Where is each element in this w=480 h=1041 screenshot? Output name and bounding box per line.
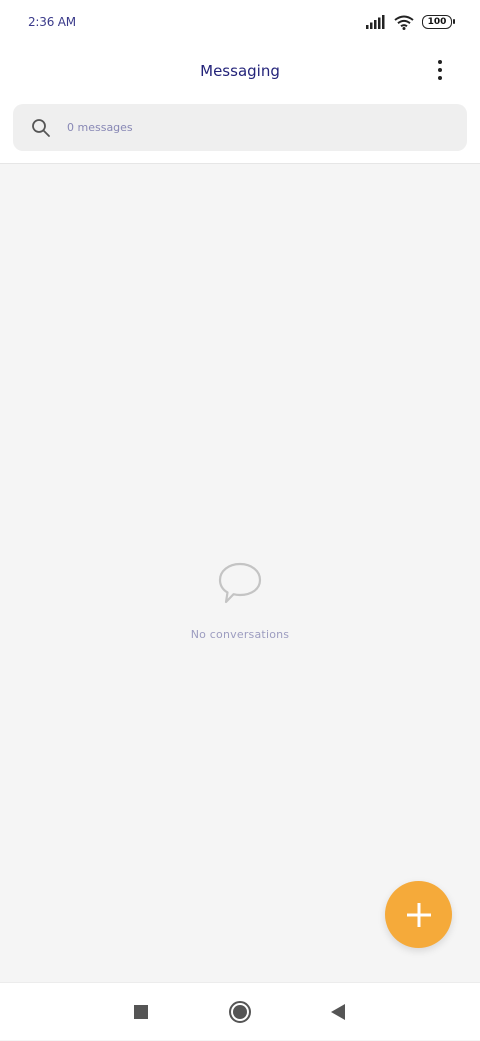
chat-bubble-icon — [218, 562, 262, 604]
more-vertical-icon-dot — [438, 60, 442, 64]
more-options-button[interactable] — [426, 56, 454, 84]
empty-state: No conversations — [0, 560, 480, 641]
system-nav-bar — [0, 982, 480, 1040]
status-icons: 100 — [366, 12, 455, 32]
wifi-icon — [394, 15, 414, 30]
plus-icon — [406, 902, 431, 927]
battery-icon: 100 — [422, 15, 455, 29]
back-triangle-icon — [331, 1004, 345, 1020]
signal-icon — [366, 15, 385, 29]
recents-square-icon — [134, 1005, 148, 1019]
more-vertical-icon-dot — [438, 68, 442, 72]
home-button[interactable] — [224, 983, 256, 1041]
app-header: Messaging — [0, 46, 480, 164]
search-icon — [32, 119, 50, 137]
search-bar[interactable] — [13, 104, 467, 151]
recents-button[interactable] — [125, 983, 157, 1041]
empty-state-text: No conversations — [190, 628, 290, 641]
home-circle-icon — [229, 1001, 251, 1023]
status-bar: 2:36 AM 100 — [0, 0, 480, 46]
back-button[interactable] — [322, 983, 354, 1041]
battery-level: 100 — [427, 17, 447, 27]
page-title: Messaging — [200, 62, 280, 80]
search-input[interactable] — [67, 104, 447, 151]
new-conversation-button[interactable] — [385, 881, 452, 948]
status-time: 2:36 AM — [28, 15, 76, 29]
more-vertical-icon-dot — [438, 76, 442, 80]
